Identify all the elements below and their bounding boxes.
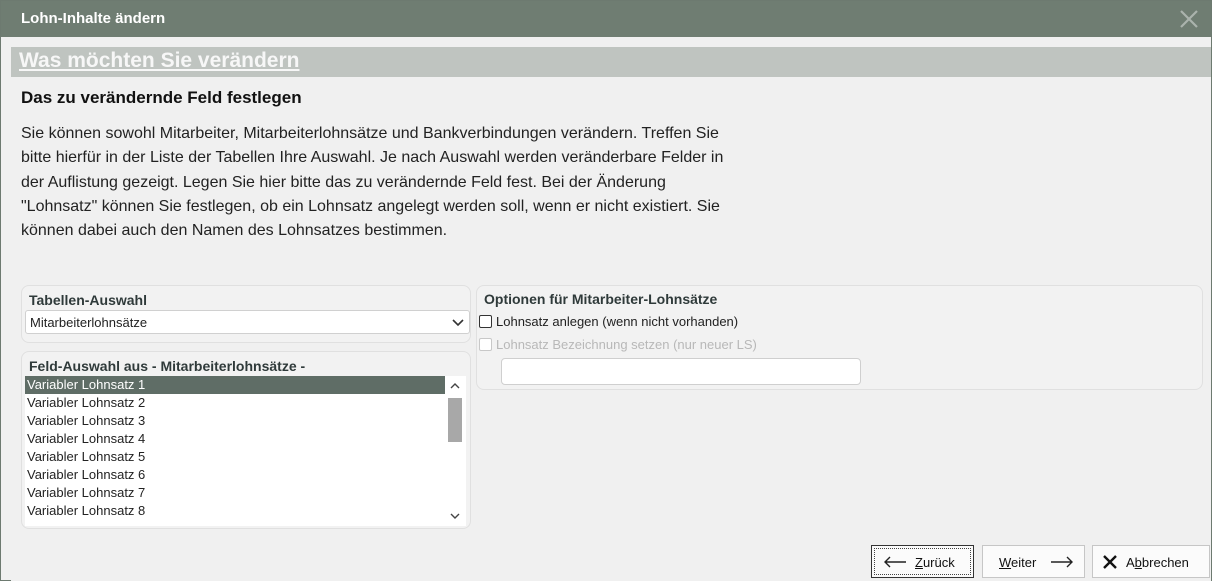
cancel-x-icon (1102, 554, 1118, 573)
list-item[interactable]: Variabler Lohnsatz 1 (25, 376, 446, 394)
list-item[interactable]: Variabler Lohnsatz 6 (25, 466, 446, 484)
field-list-title: Feld-Auswahl aus - Mitarbeiterlohnsätze … (29, 358, 306, 374)
next-label-rest: eiter (1011, 555, 1037, 570)
cancel-button[interactable]: Abbrechen (1092, 545, 1210, 578)
arrow-left-icon (882, 555, 908, 572)
set-name-checkbox[interactable] (479, 338, 492, 351)
banner-title: Was möchten Sie verändern (19, 49, 300, 72)
list-item[interactable]: Variabler Lohnsatz 2 (25, 394, 446, 412)
back-button[interactable]: Zurück (871, 545, 974, 578)
arrow-right-icon (1049, 555, 1075, 572)
set-name-label[interactable]: Lohnsatz Bezeichnung setzen (nur neuer L… (496, 337, 757, 352)
rate-name-input[interactable] (501, 358, 861, 385)
list-item[interactable]: Variabler Lohnsatz 5 (25, 448, 446, 466)
table-select-value: Mitarbeiterlohnsätze (30, 315, 148, 330)
cancel-label-mnemonic: b (1134, 555, 1142, 570)
list-item[interactable]: Variabler Lohnsatz 7 (25, 484, 446, 502)
table-select-title: Tabellen-Auswahl (29, 292, 147, 308)
window-title: Lohn-Inhalte ändern (21, 10, 166, 27)
close-icon[interactable] (1175, 5, 1203, 33)
create-rate-checkbox[interactable] (479, 315, 492, 328)
list-item[interactable]: Variabler Lohnsatz 8 (25, 502, 446, 520)
back-label-rest: urück (922, 555, 955, 570)
field-listbox[interactable]: Variabler Lohnsatz 1 Variabler Lohnsatz … (25, 376, 466, 526)
list-scrollbar[interactable] (445, 376, 465, 526)
next-label: Weiter (999, 555, 1036, 570)
cancel-label-rest: brechen (1141, 555, 1189, 570)
dialog-window: Lohn-Inhalte ändern Was möchten Sie verä… (0, 0, 1212, 581)
dialog-content: Was möchten Sie verändern Das zu verände… (11, 37, 1211, 581)
section-banner: Was möchten Sie verändern (11, 47, 1211, 77)
next-label-mnemonic: W (999, 555, 1012, 570)
title-bar[interactable]: Lohn-Inhalte ändern (1, 1, 1211, 37)
list-item[interactable]: Variabler Lohnsatz 3 (25, 412, 446, 430)
cancel-label: Abbrechen (1126, 555, 1189, 570)
back-label-mnemonic: Z (915, 555, 923, 570)
create-rate-label[interactable]: Lohnsatz anlegen (wenn nicht vorhanden) (496, 314, 738, 329)
back-label: Zurück (915, 555, 955, 570)
chevron-down-icon[interactable] (451, 314, 465, 330)
table-select-dropdown[interactable]: Mitarbeiterlohnsätze (25, 310, 470, 334)
scroll-up-icon[interactable] (445, 376, 465, 396)
list-item[interactable]: Variabler Lohnsatz 4 (25, 430, 446, 448)
next-button[interactable]: Weiter (982, 545, 1085, 578)
scroll-down-icon[interactable] (445, 506, 465, 526)
options-title: Optionen für Mitarbeiter-Lohnsätze (484, 291, 718, 307)
step-description: Sie können sowohl Mitarbeiter, Mitarbeit… (21, 125, 724, 240)
cancel-label-prefix: A (1126, 555, 1135, 570)
step-heading: Das zu verändernde Feld festlegen (21, 88, 302, 107)
scrollbar-thumb[interactable] (448, 398, 462, 442)
